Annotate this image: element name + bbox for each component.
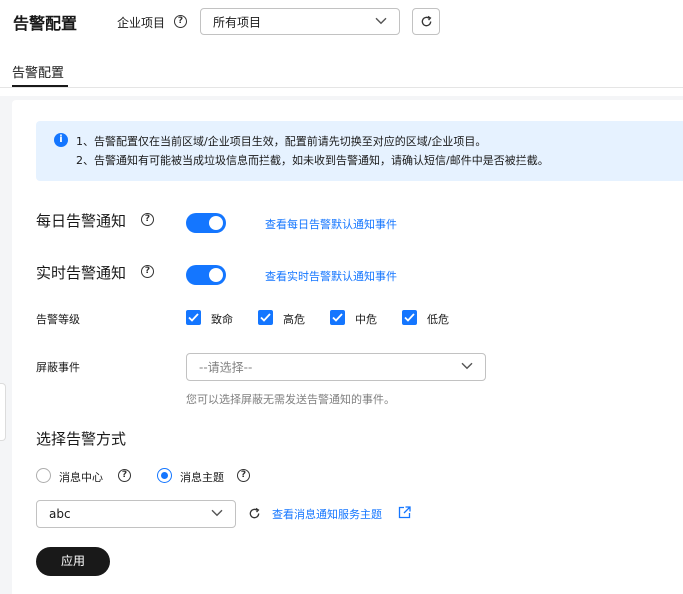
refresh-icon [421, 15, 432, 27]
checkbox-medium-label: 中危 [355, 313, 377, 326]
chevron-down-icon [375, 17, 387, 24]
mask-events-select[interactable]: --请选择-- [186, 353, 486, 381]
check-icon [404, 313, 415, 322]
side-collapse-handle[interactable] [0, 383, 6, 441]
checkbox-high-label: 高危 [283, 313, 305, 326]
radio-message-center[interactable] [36, 468, 51, 483]
page-title: 告警配置 [13, 14, 78, 33]
topic-select[interactable]: abc [36, 500, 236, 528]
refresh-button[interactable] [412, 8, 440, 35]
top-header: 告警配置 企业项目 ? 所有项目 告警配置 [0, 0, 683, 96]
checkbox-medium[interactable] [330, 310, 345, 325]
refresh-icon[interactable] [248, 507, 261, 520]
toggle-knob [209, 216, 223, 230]
topic-service-link[interactable]: 查看消息通知服务主题 [272, 506, 382, 522]
checkbox-low[interactable] [402, 310, 417, 325]
daily-notify-label: 每日告警通知 [36, 212, 127, 230]
alert-level-label: 告警等级 [36, 313, 80, 326]
realtime-notify-toggle[interactable] [186, 265, 226, 285]
radio-message-center-label: 消息中心 [59, 471, 103, 484]
mask-events-hint: 您可以选择屏蔽无需发送告警通知的事件。 [186, 393, 395, 406]
help-icon[interactable]: ? [141, 265, 154, 278]
checkbox-low-label: 低危 [427, 313, 449, 326]
realtime-notify-label: 实时告警通知 [36, 264, 127, 282]
project-select-value: 所有项目 [213, 15, 262, 29]
mask-events-placeholder: --请选择-- [199, 360, 253, 375]
radio-message-topic-label: 消息主题 [180, 471, 224, 484]
apply-button[interactable]: 应用 [36, 547, 110, 576]
toggle-knob [209, 268, 223, 282]
check-icon [332, 313, 343, 322]
check-icon [188, 313, 199, 322]
chevron-down-icon [461, 362, 473, 370]
help-icon[interactable]: ? [141, 213, 154, 226]
project-select[interactable]: 所有项目 [200, 8, 400, 35]
info-icon: i [54, 133, 68, 147]
method-section-title: 选择告警方式 [36, 430, 127, 448]
external-link-icon[interactable] [398, 506, 411, 519]
notice-line-1: 1、告警配置仅在当前区域/企业项目生效，配置前请先切换至对应的区域/企业项目。 [76, 135, 487, 148]
help-icon[interactable]: ? [118, 469, 131, 482]
check-icon [260, 313, 271, 322]
realtime-events-link[interactable]: 查看实时告警默认通知事件 [265, 268, 397, 284]
info-notice: i 1、告警配置仅在当前区域/企业项目生效，配置前请先切换至对应的区域/企业项目… [36, 121, 683, 181]
chevron-down-icon [211, 509, 223, 517]
checkbox-fatal-label: 致命 [211, 313, 233, 326]
checkbox-fatal[interactable] [186, 310, 201, 325]
mask-events-label: 屏蔽事件 [36, 361, 80, 374]
topic-select-value: abc [49, 507, 71, 521]
help-icon[interactable]: ? [237, 469, 250, 482]
tab-alert-config[interactable]: 告警配置 [12, 62, 64, 81]
notice-line-2: 2、告警通知有可能被当成垃圾信息而拦截，如未收到告警通知，请确认短信/邮件中是否… [76, 154, 549, 167]
radio-message-topic[interactable] [157, 468, 172, 483]
daily-events-link[interactable]: 查看每日告警默认通知事件 [265, 216, 397, 232]
checkbox-high[interactable] [258, 310, 273, 325]
daily-notify-toggle[interactable] [186, 213, 226, 233]
help-icon[interactable]: ? [174, 15, 187, 28]
project-label: 企业项目 [117, 16, 166, 30]
tab-divider [0, 87, 683, 88]
